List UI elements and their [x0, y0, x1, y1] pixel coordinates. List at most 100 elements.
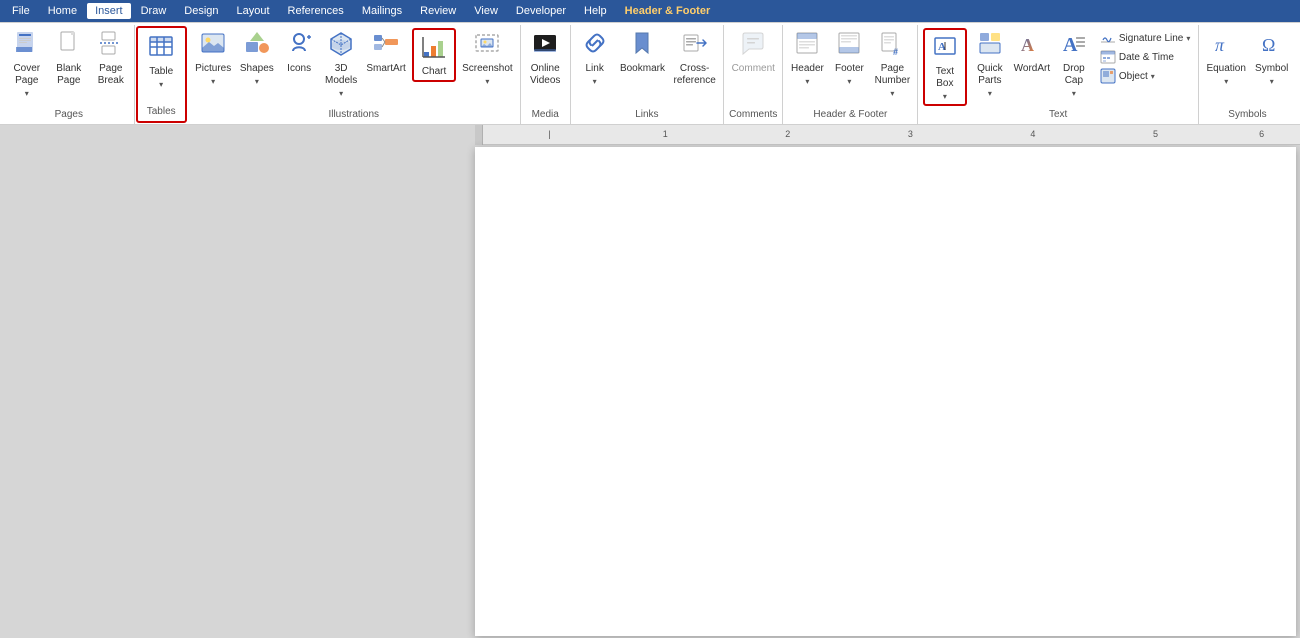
menu-layout[interactable]: Layout	[229, 3, 278, 19]
menu-view[interactable]: View	[466, 3, 506, 19]
ruler-mark-6: 5	[1153, 129, 1158, 139]
page-number-button[interactable]: # PageNumber ▾	[871, 27, 913, 101]
online-videos-button[interactable]: OnlineVideos	[525, 27, 565, 89]
ruler-mark-1: |	[548, 129, 550, 139]
menu-home[interactable]: Home	[40, 3, 85, 19]
cover-page-label: CoverPage	[13, 63, 40, 87]
blank-page-button[interactable]: BlankPage	[49, 27, 89, 89]
pictures-button[interactable]: Pictures ▾	[192, 27, 235, 89]
ribbon-group-media: OnlineVideos Media	[521, 25, 571, 124]
bookmark-icon	[628, 29, 656, 61]
ribbon-group-header-footer: Header ▾ Footer ▾	[783, 25, 918, 124]
object-arrow: ▾	[1151, 72, 1155, 81]
illustrations-items: Pictures ▾ Shapes ▾	[192, 27, 516, 107]
online-videos-icon	[531, 29, 559, 61]
left-sidebar	[0, 125, 475, 638]
shapes-button[interactable]: Shapes ▾	[237, 27, 278, 89]
link-arrow: ▾	[593, 77, 597, 87]
ribbon-content: CoverPage ▾ BlankPage	[0, 22, 1300, 124]
3d-models-button[interactable]: 3DModels ▾	[321, 27, 361, 101]
screenshot-button[interactable]: Screenshot ▾	[459, 27, 516, 89]
menu-review[interactable]: Review	[412, 3, 464, 19]
shapes-arrow: ▾	[255, 77, 259, 87]
bookmark-button[interactable]: Bookmark	[617, 27, 669, 77]
comment-button[interactable]: Comment	[728, 27, 778, 77]
text-items: A TextBox ▾	[922, 27, 1194, 107]
header-button[interactable]: Header ▾	[787, 27, 827, 89]
pages-items: CoverPage ▾ BlankPage	[8, 27, 130, 107]
drop-cap-button[interactable]: A DropCap ▾	[1054, 27, 1094, 101]
object-label: Object	[1119, 71, 1148, 82]
ribbon-group-links: Link ▾ Bookmark	[571, 25, 724, 124]
symbol-icon: Ω	[1258, 29, 1286, 61]
smartart-button[interactable]: SmartArt	[363, 27, 409, 77]
footer-button[interactable]: Footer ▾	[829, 27, 869, 89]
header-footer-group-label: Header & Footer	[787, 107, 913, 122]
menu-developer[interactable]: Developer	[508, 3, 574, 19]
quick-parts-button[interactable]: QuickParts ▾	[970, 27, 1010, 101]
wordart-button[interactable]: A WordArt	[1012, 27, 1052, 77]
ribbon-group-comments: Comment Comments	[724, 25, 783, 124]
header-footer-items: Header ▾ Footer ▾	[787, 27, 913, 107]
ruler-mark-5: 4	[1030, 129, 1035, 139]
equation-arrow: ▾	[1224, 77, 1228, 87]
icons-button[interactable]: Icons	[279, 27, 319, 77]
3d-models-arrow: ▾	[339, 89, 343, 99]
shapes-icon	[243, 29, 271, 61]
menu-design[interactable]: Design	[176, 3, 226, 19]
media-items: OnlineVideos	[525, 27, 566, 107]
table-label: Table	[149, 66, 173, 78]
menu-header-footer[interactable]: Header & Footer	[617, 3, 719, 19]
page-break-button[interactable]: PageBreak	[91, 27, 131, 89]
menu-insert[interactable]: Insert	[87, 3, 131, 19]
menu-mailings[interactable]: Mailings	[354, 3, 410, 19]
quick-parts-icon	[976, 29, 1004, 61]
footer-label: Footer	[835, 63, 864, 75]
text-box-icon: A	[931, 32, 959, 64]
document-page[interactable]	[475, 147, 1296, 636]
cross-reference-label: Cross-reference	[674, 63, 716, 87]
date-time-button[interactable]: Date & Time	[1096, 48, 1195, 66]
ribbon-group-symbols: π Equation ▾ Ω Symbol ▾ Symbols	[1199, 25, 1296, 124]
bookmark-label: Bookmark	[620, 63, 665, 75]
3d-models-icon	[327, 29, 355, 61]
menu-references[interactable]: References	[280, 3, 352, 19]
signature-line-label: Signature Line	[1119, 33, 1184, 44]
ruler-mark-3: 2	[785, 129, 790, 139]
equation-button[interactable]: π Equation ▾	[1203, 27, 1250, 89]
drop-cap-label: DropCap	[1063, 63, 1085, 87]
cover-page-button[interactable]: CoverPage ▾	[7, 27, 47, 101]
tables-group-label: Tables	[142, 104, 181, 119]
menu-help[interactable]: Help	[576, 3, 615, 19]
menu-file[interactable]: File	[4, 3, 38, 19]
link-button[interactable]: Link ▾	[575, 27, 615, 89]
page-number-arrow: ▾	[890, 89, 894, 99]
wordart-icon: A	[1018, 29, 1046, 61]
svg-text:A: A	[1063, 34, 1078, 56]
ribbon-group-illustrations: Pictures ▾ Shapes ▾	[188, 25, 521, 124]
signature-line-button[interactable]: Signature Line ▾	[1096, 29, 1195, 47]
smartart-icon	[372, 29, 400, 61]
object-button[interactable]: Object ▾	[1096, 67, 1195, 85]
text-box-button[interactable]: A TextBox ▾	[925, 30, 965, 104]
chart-button[interactable]: Chart	[414, 30, 454, 80]
pages-group-label: Pages	[8, 107, 130, 122]
ruler-corner	[475, 125, 483, 145]
table-arrow: ▾	[159, 80, 163, 90]
svg-text:Ω: Ω	[1262, 35, 1275, 55]
ruler-container: | 1 2 3 4 5 6	[475, 125, 1300, 145]
screenshot-label: Screenshot	[462, 63, 513, 75]
table-button[interactable]: Table ▾	[141, 30, 181, 92]
symbols-items: π Equation ▾ Ω Symbol ▾	[1203, 27, 1292, 107]
smartart-label: SmartArt	[366, 63, 405, 75]
comment-label: Comment	[732, 63, 775, 75]
cover-page-arrow: ▾	[25, 89, 29, 99]
svg-text:π: π	[1215, 35, 1225, 55]
svg-text:#: #	[893, 47, 898, 57]
menu-draw[interactable]: Draw	[133, 3, 175, 19]
ribbon-group-pages: CoverPage ▾ BlankPage	[4, 25, 135, 124]
link-label: Link	[586, 63, 604, 75]
symbol-label: Symbol	[1255, 63, 1288, 75]
symbol-button[interactable]: Ω Symbol ▾	[1251, 27, 1292, 89]
cross-reference-button[interactable]: Cross-reference	[670, 27, 719, 89]
